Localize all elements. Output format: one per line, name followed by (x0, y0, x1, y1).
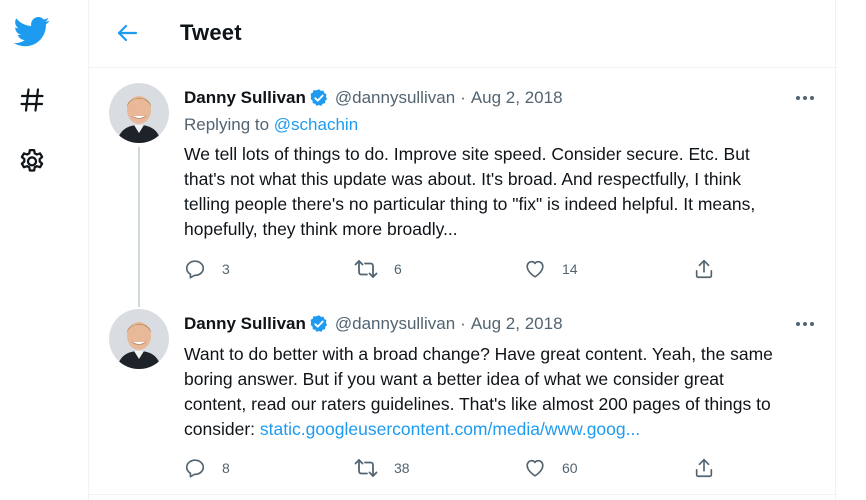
tweet-text-fragment: consider: (184, 419, 260, 439)
tweet-text: Want to do better with a broad change? H… (184, 342, 824, 442)
tweet-date[interactable]: Aug 2, 2018 (471, 314, 563, 334)
page-title: Tweet (180, 20, 242, 45)
meta-separator: · (460, 88, 466, 107)
gear-icon[interactable] (12, 142, 52, 182)
replying-to-label: Replying to (184, 115, 270, 134)
tweet-header: Danny Sullivan @dannysullivan · Aug 2, 2… (184, 313, 563, 335)
reply-count: 3 (222, 261, 230, 277)
tweet-external-link[interactable]: static.googleusercontent.com/media/www.g… (260, 419, 640, 439)
tweet-text-line: consider: static.googleusercontent.com/m… (184, 417, 824, 442)
tweet-header: Danny Sullivan @dannysullivan · Aug 2, 2… (184, 87, 563, 109)
heart-icon (526, 459, 544, 477)
tweet-text-line: that's not what this update was about. I… (184, 169, 741, 189)
retweet-count: 38 (394, 460, 410, 476)
retweet-icon (354, 459, 378, 477)
divider (89, 494, 837, 495)
retweet-count: 6 (394, 261, 402, 277)
more-dots-icon (796, 96, 814, 100)
replying-to-handle-link[interactable]: @schachin (274, 115, 358, 134)
like-count: 60 (562, 460, 578, 476)
share-button[interactable] (692, 456, 716, 480)
main-column: Tweet Danny Sullivan @dannysullivan · Au… (88, 0, 837, 500)
retweet-icon (354, 260, 378, 278)
avatar[interactable] (109, 309, 169, 369)
tweet-text: We tell lots of things to do. Improve si… (184, 142, 824, 242)
tweet-date[interactable]: Aug 2, 2018 (471, 88, 563, 108)
like-button[interactable]: 60 (524, 456, 578, 480)
tweet[interactable]: Danny Sullivan @dannysullivan · Aug 2, 2… (89, 83, 837, 307)
share-button[interactable] (692, 257, 716, 281)
tweet[interactable]: Danny Sullivan @dannysullivan · Aug 2, 2… (89, 309, 837, 493)
avatar[interactable] (109, 83, 169, 143)
author-name[interactable]: Danny Sullivan (184, 314, 306, 334)
hashtag-icon[interactable] (12, 80, 52, 120)
tweet-actions: 8 38 60 (184, 456, 824, 480)
twitter-logo-icon[interactable] (12, 12, 52, 52)
tweet-actions: 3 6 14 (184, 257, 824, 281)
tweet-text-line: Want to do better with a broad change? H… (184, 344, 773, 364)
more-dots-icon (796, 322, 814, 326)
retweet-button[interactable]: 38 (354, 456, 410, 480)
share-icon (695, 259, 713, 279)
thread-connector-line (138, 147, 140, 307)
retweet-button[interactable]: 6 (354, 257, 402, 281)
author-name[interactable]: Danny Sullivan (184, 88, 306, 108)
reply-count: 8 (222, 460, 230, 476)
share-icon (695, 458, 713, 478)
tweet-text-line: hopefully, they think more broadly... (184, 219, 458, 239)
more-options-button[interactable] (791, 87, 819, 109)
page-header: Tweet (89, 0, 837, 68)
verified-badge-icon (309, 88, 329, 108)
verified-badge-icon (309, 314, 329, 334)
left-nav (0, 0, 66, 500)
back-button[interactable] (109, 15, 145, 51)
reply-icon (185, 260, 205, 279)
like-button[interactable]: 14 (524, 257, 578, 281)
arrow-left-icon (117, 24, 138, 42)
reply-button[interactable]: 3 (184, 257, 230, 281)
reply-icon (185, 459, 205, 478)
meta-separator: · (460, 314, 466, 333)
tweet-text-line: boring answer. But if you want a better … (184, 369, 724, 389)
author-handle[interactable]: @dannysullivan (335, 314, 455, 334)
replying-to: Replying to @schachin (184, 115, 358, 135)
heart-icon (526, 260, 544, 278)
tweet-text-line: content, read our raters guidelines. Tha… (184, 394, 771, 414)
tweet-text-line: We tell lots of things to do. Improve si… (184, 144, 750, 164)
author-handle[interactable]: @dannysullivan (335, 88, 455, 108)
tweet-text-line: telling people there's no particular thi… (184, 194, 756, 214)
more-options-button[interactable] (791, 313, 819, 335)
like-count: 14 (562, 261, 578, 277)
reply-button[interactable]: 8 (184, 456, 230, 480)
